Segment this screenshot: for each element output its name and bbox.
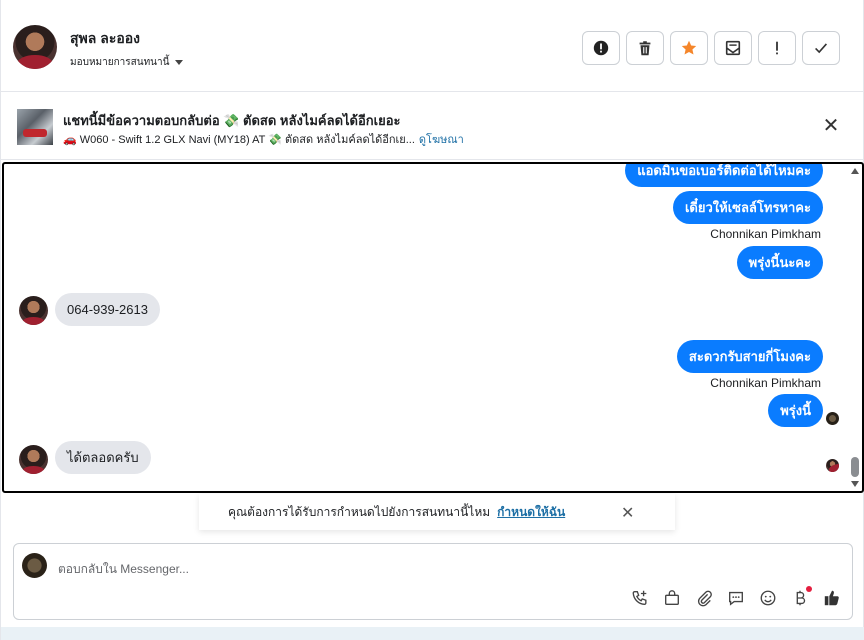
conversation-panel: สุพล ละออง มอบหมายการสนทนานี้ แชทนี้มีข้…: [0, 0, 864, 640]
assign-dropdown[interactable]: มอบหมายการสนทนานี้: [70, 55, 184, 70]
ad-context-banner: แชทนี้มีข้อความตอบกลับต่อ 💸 ตัดสด หลังไม…: [1, 92, 864, 160]
message-incoming[interactable]: 064-939-2613: [55, 293, 160, 326]
follow-up-button[interactable]: [758, 31, 796, 65]
view-ad-link[interactable]: ดูโฆษณา: [419, 130, 464, 148]
sender-name: Chonnikan Pimkham: [710, 227, 821, 241]
close-notice-icon[interactable]: ✕: [621, 503, 634, 523]
scroll-down-icon[interactable]: [851, 481, 859, 487]
caret-down-icon: [175, 60, 184, 65]
call-button[interactable]: [630, 588, 650, 608]
scroll-up-icon[interactable]: [851, 168, 859, 174]
ad-subtitle-row: 🚗 W060 - Swift 1.2 GLX Navi (MY18) AT 💸 …: [63, 130, 464, 148]
assignment-notice: คุณต้องการได้รับการกำหนดไปยังการสนทนานี้…: [199, 494, 675, 530]
alert-circle-icon: [593, 40, 609, 56]
emoji-icon: [760, 590, 776, 606]
spam-button[interactable]: [582, 31, 620, 65]
contact-avatar-small[interactable]: [19, 296, 48, 325]
saved-reply-icon: [729, 591, 743, 606]
contact-avatar-small[interactable]: [19, 445, 48, 474]
composer-toolbar: [630, 586, 842, 608]
thumbs-up-icon: [824, 590, 839, 606]
reply-composer: ตอบกลับใน Messenger...: [13, 543, 853, 620]
star-button[interactable]: [670, 31, 708, 65]
message-outgoing[interactable]: สะดวกรับสายกี่โมงคะ: [676, 340, 823, 373]
thread-scrollbar[interactable]: [848, 164, 862, 491]
message-outgoing[interactable]: พรุ่งนี้: [768, 394, 823, 427]
saved-reply-button[interactable]: [726, 588, 746, 608]
close-banner-icon[interactable]: ✕: [821, 116, 841, 136]
ad-thumbnail: [17, 109, 53, 145]
scrollbar-thumb[interactable]: [851, 457, 859, 477]
contact-seen-avatar: [826, 459, 839, 472]
notification-dot: [806, 586, 812, 592]
message-outgoing[interactable]: พรุ่งนี้นะคะ: [736, 246, 823, 279]
shop-button[interactable]: [662, 588, 682, 608]
phone-plus-icon: [632, 590, 647, 605]
page-avatar: [22, 553, 47, 578]
emoji-button[interactable]: [758, 588, 778, 608]
mark-unread-icon: [725, 40, 741, 56]
ad-subtitle: 🚗 W060 - Swift 1.2 GLX Navi (MY18) AT 💸 …: [63, 134, 415, 146]
reply-input[interactable]: ตอบกลับใน Messenger...: [58, 560, 189, 579]
header-actions: [582, 31, 840, 65]
message-outgoing[interactable]: เดี๋ยวให้เซลล์โทรหาคะ: [672, 191, 823, 224]
bottom-strip: [1, 627, 864, 640]
like-button[interactable]: [822, 588, 842, 608]
delete-button[interactable]: [626, 31, 664, 65]
paperclip-icon: [697, 590, 712, 607]
mark-unread-button[interactable]: [714, 31, 752, 65]
star-icon: [681, 40, 697, 55]
attach-button[interactable]: [694, 588, 714, 608]
assign-label: มอบหมายการสนทนานี้: [70, 57, 170, 68]
exclamation-icon: [776, 41, 778, 55]
contact-name[interactable]: สุพล ละออง: [70, 28, 140, 50]
message-thread[interactable]: แอดมินขอเบอร์ติดต่อได้ไหมคะ เดี๋ยวให้เซล…: [2, 162, 864, 493]
baht-icon: [796, 590, 806, 606]
done-button[interactable]: [802, 31, 840, 65]
sender-name: Chonnikan Pimkham: [710, 376, 821, 390]
ad-title: แชทนี้มีข้อความตอบกลับต่อ 💸 ตัดสด หลังไม…: [63, 113, 401, 128]
contact-avatar[interactable]: [13, 25, 57, 69]
conversation-header: สุพล ละออง มอบหมายการสนทนานี้: [1, 0, 864, 92]
check-icon: [815, 43, 828, 54]
assign-to-me-link[interactable]: กำหนดให้ฉัน: [497, 503, 565, 522]
shopping-bag-icon: [665, 590, 679, 605]
trash-icon: [639, 41, 651, 56]
payment-button[interactable]: [790, 586, 812, 608]
notice-text: คุณต้องการได้รับการกำหนดไปยังการสนทนานี้…: [228, 504, 491, 519]
message-outgoing[interactable]: แอดมินขอเบอร์ติดต่อได้ไหมคะ: [625, 164, 823, 187]
seen-indicator-avatar: [826, 412, 839, 425]
message-incoming[interactable]: ได้ตลอดครับ: [55, 441, 151, 474]
